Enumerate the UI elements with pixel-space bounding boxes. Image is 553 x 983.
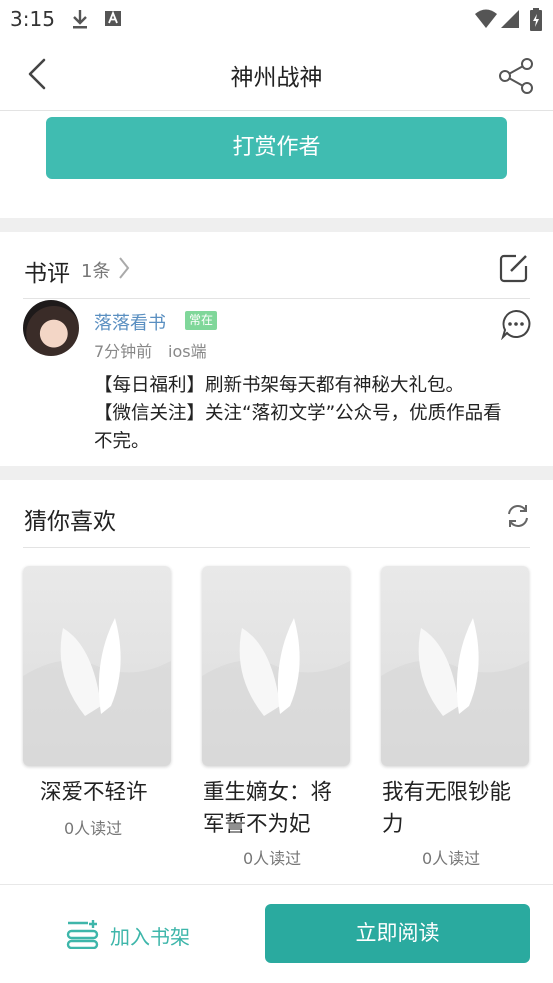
add-to-shelf-label: 加入书架 [110, 925, 190, 949]
book-title[interactable]: 深爱不轻许 [40, 777, 148, 809]
review-username[interactable]: 落落看书 [94, 309, 166, 335]
add-to-shelf-button[interactable]: 加入书架 [64, 918, 224, 954]
review-source: ios端 [168, 342, 207, 361]
refresh-icon[interactable] [505, 503, 531, 529]
book-title[interactable]: 重生嫡女：将 [203, 777, 332, 809]
nav-bar: 神州战神 [0, 38, 553, 111]
chevron-right-icon[interactable] [117, 256, 131, 280]
butterfly-icon [381, 618, 529, 766]
butterfly-icon [202, 618, 350, 766]
book-title[interactable]: 力 [382, 809, 404, 841]
book-cover-placeholder[interactable] [202, 566, 350, 766]
reviews-divider [23, 298, 530, 299]
recommend-title: 猜你喜欢 [24, 509, 116, 535]
write-review-icon[interactable] [499, 253, 529, 283]
bookshelf-icon [66, 920, 99, 949]
section-divider [0, 218, 553, 232]
read-now-button[interactable]: 立即阅读 [265, 904, 530, 963]
comment-icon[interactable] [500, 308, 532, 340]
book-cover-placeholder[interactable] [381, 566, 529, 766]
download-icon [73, 10, 87, 29]
page-title: 神州战神 [230, 65, 323, 91]
review-text-line: 【每日福利】刷新书架每天都有神秘大礼包。 [94, 375, 465, 396]
review-time: 7分钟前 [94, 342, 153, 361]
app-notification-icon [105, 10, 121, 26]
app-screen: 3:15 神州战神 打赏作者 书评 1条 落落看书 常在 7分钟前 ios端 【… [0, 0, 553, 983]
book-reads: 0人读过 [422, 849, 481, 868]
signal-icon [501, 10, 519, 28]
status-bar: 3:15 [0, 0, 553, 38]
book-reads: 0人读过 [64, 819, 123, 838]
recommend-divider [23, 547, 530, 548]
section-divider [0, 466, 553, 480]
avatar[interactable] [23, 300, 79, 356]
status-time: 3:15 [10, 7, 55, 31]
book-reads: 0人读过 [243, 849, 302, 868]
share-icon[interactable] [496, 56, 536, 96]
wifi-icon [475, 9, 497, 28]
book-title[interactable]: 我有无限钞能 [382, 777, 511, 809]
book-cover-placeholder[interactable] [23, 566, 171, 766]
butterfly-icon [23, 618, 171, 766]
status-badge: 常在 [185, 311, 218, 330]
book-title[interactable]: 军誓不为妃 [203, 809, 311, 841]
review-text-line: 不完。 [94, 431, 150, 452]
reward-author-button[interactable]: 打赏作者 [46, 117, 507, 179]
battery-icon [530, 8, 542, 31]
reviews-count[interactable]: 1条 [81, 257, 110, 283]
review-text-line: 【微信关注】关注“落初文学”公众号，优质作品看 [94, 403, 502, 424]
reviews-title: 书评 [24, 261, 70, 287]
